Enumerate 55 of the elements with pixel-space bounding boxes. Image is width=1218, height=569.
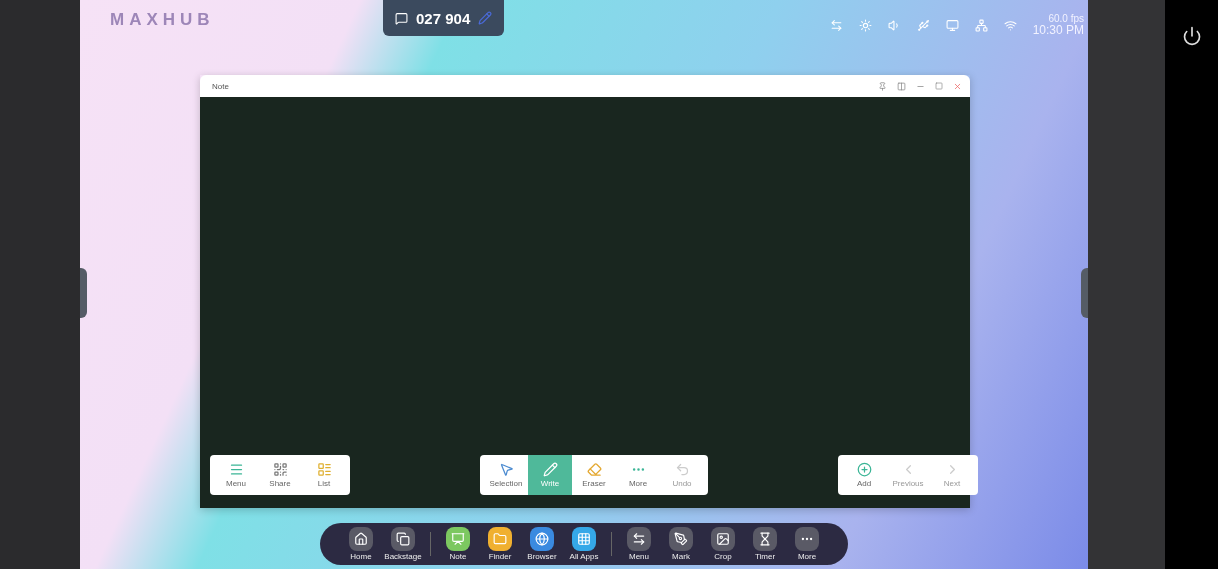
mark-dock-button[interactable]: Mark bbox=[662, 527, 700, 561]
usb-icon bbox=[916, 18, 930, 32]
add-icon bbox=[856, 462, 872, 477]
maximize-icon[interactable] bbox=[935, 82, 943, 90]
home-icon bbox=[349, 527, 373, 551]
add-tool-button[interactable]: Add bbox=[842, 455, 886, 495]
list-icon bbox=[316, 462, 332, 477]
selection-icon bbox=[498, 462, 514, 477]
note-dock-button[interactable]: Note bbox=[439, 527, 477, 561]
selection-tool-button[interactable]: Selection bbox=[484, 455, 528, 495]
pencil-icon[interactable] bbox=[478, 11, 493, 25]
browser-dock-button[interactable]: Browser bbox=[523, 527, 561, 561]
backstage-icon bbox=[391, 527, 415, 551]
crop-icon bbox=[711, 527, 735, 551]
brightness-icon bbox=[858, 18, 872, 32]
pin-icon[interactable] bbox=[878, 81, 887, 91]
crop-dock-button[interactable]: Crop bbox=[704, 527, 742, 561]
share-tool-button[interactable]: Share bbox=[258, 455, 302, 495]
eraser-icon bbox=[586, 462, 602, 477]
backstage-dock-button[interactable]: Backstage bbox=[384, 527, 422, 561]
share-icon bbox=[272, 462, 288, 477]
allapps-icon bbox=[572, 527, 596, 551]
menu-dock-button[interactable]: Menu bbox=[620, 527, 658, 561]
menu-tool-button[interactable]: Menu bbox=[214, 455, 258, 495]
window-title: Note bbox=[212, 81, 229, 91]
fps-text: 60.0 fps bbox=[1048, 14, 1084, 24]
undo-icon bbox=[674, 462, 690, 477]
side-handle[interactable] bbox=[80, 268, 87, 318]
network-icon bbox=[974, 18, 988, 32]
allapps-dock-button[interactable]: All Apps bbox=[565, 527, 603, 561]
close-icon[interactable] bbox=[953, 81, 962, 91]
browser-icon bbox=[530, 527, 554, 551]
timer-dock-button[interactable]: Timer bbox=[746, 527, 784, 561]
list-tool-button[interactable]: List bbox=[302, 455, 346, 495]
meeting-code: 027 904 bbox=[416, 9, 471, 27]
finder-dock-button[interactable]: Finder bbox=[481, 527, 519, 561]
wifi-icon bbox=[1003, 18, 1017, 32]
more-tool-button[interactable]: More bbox=[616, 455, 660, 495]
screen-icon bbox=[945, 18, 959, 32]
switch-icon bbox=[829, 18, 843, 32]
write-icon bbox=[542, 462, 558, 477]
note-icon bbox=[446, 527, 470, 551]
brand-logo: MAXHUB bbox=[110, 10, 216, 30]
side-handle[interactable] bbox=[1081, 268, 1088, 318]
split-icon[interactable] bbox=[897, 81, 906, 91]
clock-time: 10:30 PM bbox=[1032, 24, 1084, 36]
power-button[interactable] bbox=[1181, 26, 1202, 46]
more-dock-button[interactable]: More bbox=[788, 527, 826, 561]
eraser-tool-button[interactable]: Eraser bbox=[572, 455, 616, 495]
finder-icon bbox=[488, 527, 512, 551]
home-dock-button[interactable]: Home bbox=[342, 527, 380, 561]
more-icon bbox=[795, 527, 819, 551]
volume-icon bbox=[887, 18, 901, 32]
mark-icon bbox=[669, 527, 693, 551]
timer-icon bbox=[753, 527, 777, 551]
